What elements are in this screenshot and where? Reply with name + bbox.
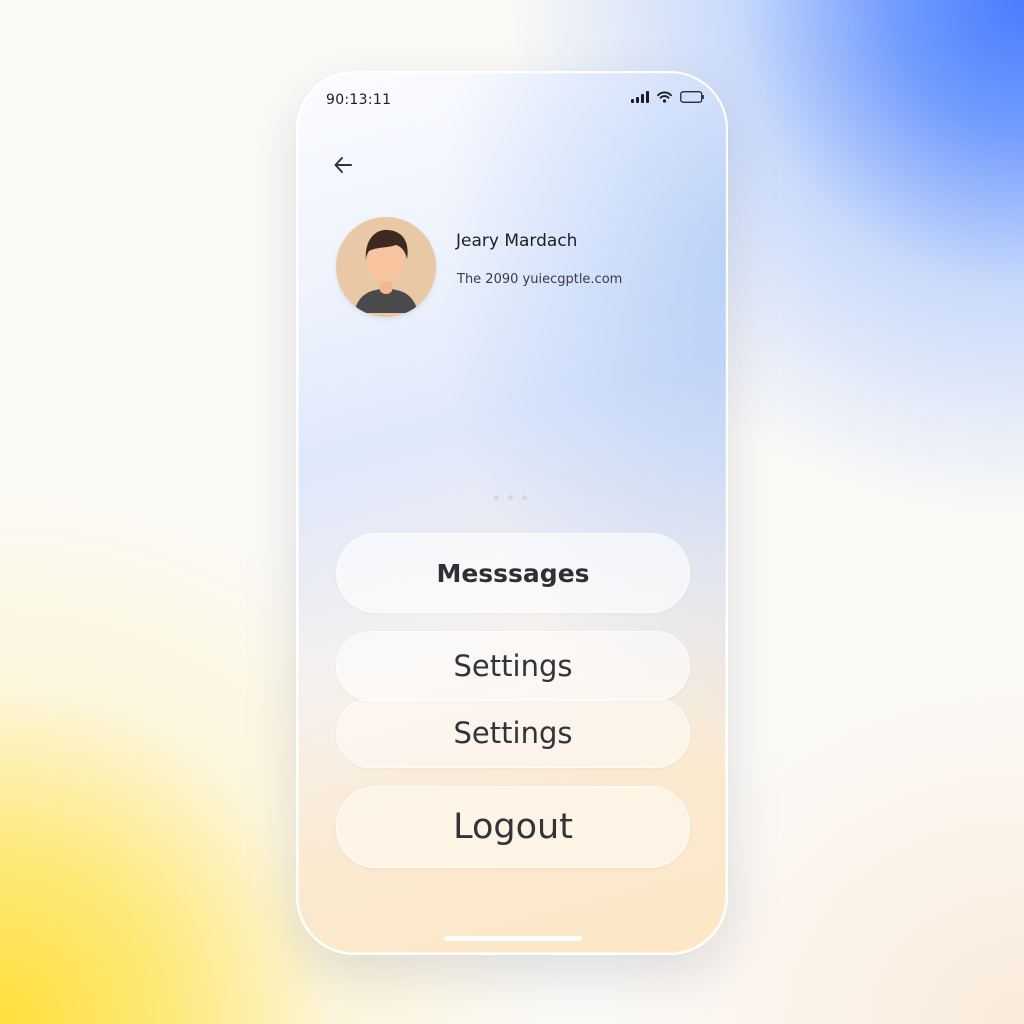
battery-icon — [680, 91, 704, 103]
home-indicator[interactable] — [444, 936, 582, 941]
profile-email: The 2090 yuiecgptle.com — [457, 272, 623, 287]
user-avatar-icon — [336, 217, 436, 317]
settings-button-secondary[interactable]: Settings — [336, 698, 690, 768]
logout-button[interactable]: Logout — [336, 786, 690, 868]
phone-frame: 90:13:11 Jeary Mardach The 2090 yuiecgpt… — [296, 71, 728, 955]
avatar[interactable] — [336, 217, 436, 317]
status-icons — [631, 91, 704, 103]
page-indicator — [494, 495, 527, 500]
messages-button[interactable]: Messsages — [336, 533, 690, 613]
page-dot — [522, 495, 527, 500]
profile-name: Jeary Mardach — [456, 231, 578, 251]
arrow-left-icon — [334, 157, 352, 173]
signal-icon — [631, 91, 649, 103]
page-dot — [494, 495, 499, 500]
settings-button[interactable]: Settings — [336, 631, 690, 701]
page-dot — [508, 495, 513, 500]
back-button[interactable] — [328, 151, 358, 179]
status-time: 90:13:11 — [326, 92, 392, 108]
wifi-icon — [657, 91, 672, 103]
